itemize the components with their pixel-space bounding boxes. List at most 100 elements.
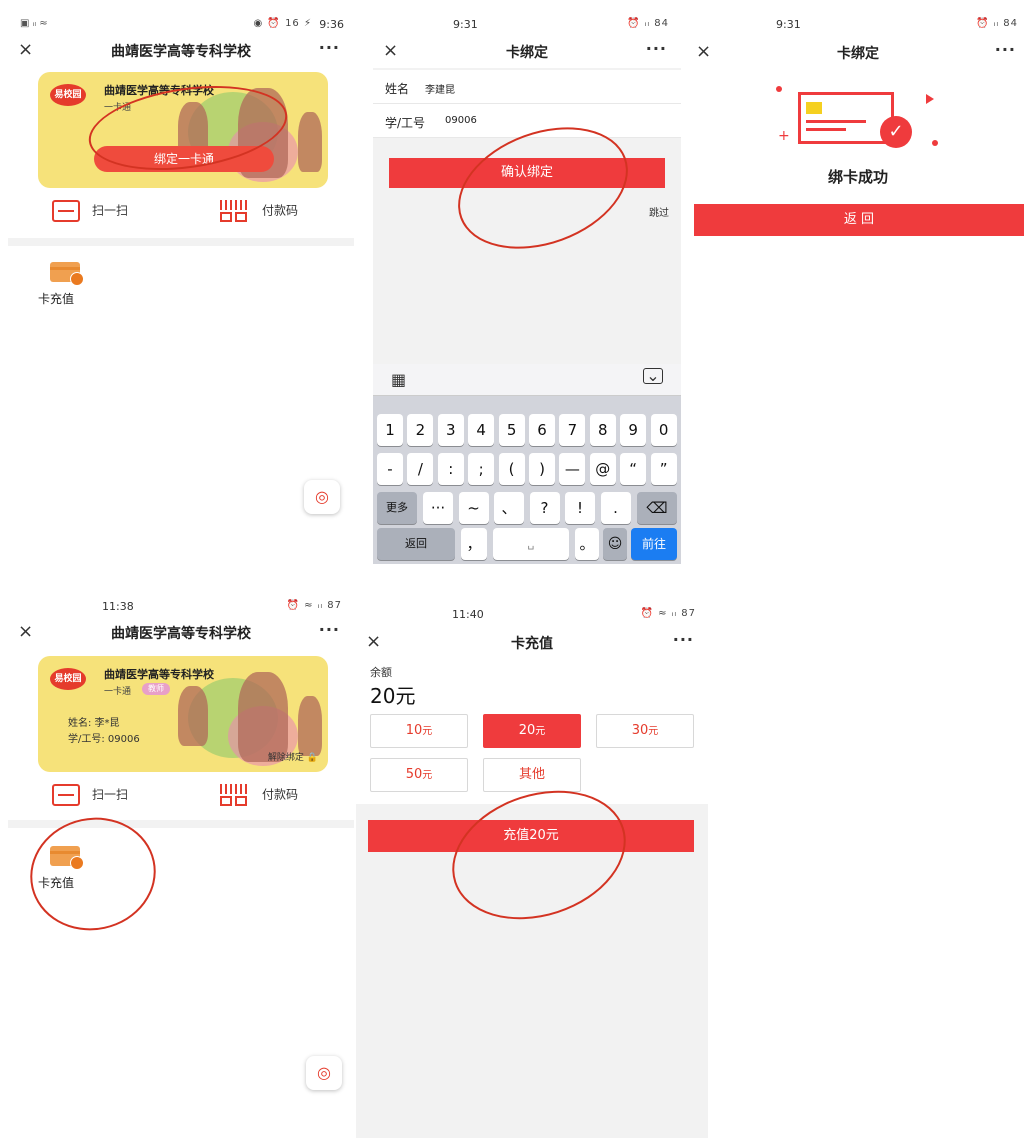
floating-eye-icon[interactable]: ◎ <box>304 480 340 514</box>
status-bar: ▣ ᵢₗ ≈ ◉ ⏰ 16 ⚡ 9:36 <box>8 8 354 38</box>
floating-eye-icon[interactable]: ◎ <box>306 1056 342 1090</box>
card-type: 一卡通 <box>104 103 132 113</box>
amount-option-50[interactable]: 50元 <box>370 758 468 792</box>
unbind-label: 解除绑定 <box>267 753 304 763</box>
status-bar: 11:40 ⏰ ≈ ᵢₗ 87 <box>356 598 708 628</box>
more-icon[interactable]: ··· <box>673 630 694 649</box>
campus-card: 易校园 曲靖医学高等专科学校 一卡通 教师 姓名: 李*昆 学/工号: 0900… <box>38 656 328 772</box>
yixiaoyuan-logo: 易校园 <box>50 84 86 106</box>
symbol-key[interactable]: ) <box>529 453 555 485</box>
nav-bar: × 曲靖医学高等专科学校 ··· <box>8 618 354 648</box>
more-icon[interactable]: ··· <box>319 38 340 57</box>
symbol-key[interactable]: : <box>437 453 464 485</box>
digit-key[interactable]: 0 <box>650 414 677 446</box>
emoji-key[interactable]: ☺ <box>603 528 627 560</box>
keyboard-hide-icon[interactable]: ⌄ <box>643 368 663 384</box>
comma-key[interactable]: ， <box>461 528 487 560</box>
name-field[interactable]: 李建昆 <box>425 81 455 96</box>
id-label: 学/工号 <box>385 116 426 130</box>
keyboard-grid-icon[interactable]: ▦ <box>391 370 406 389</box>
recharge-entry[interactable]: 卡充值 <box>38 842 98 892</box>
recharge-label: 卡充值 <box>38 292 75 306</box>
punct-key[interactable]: ~ <box>458 492 489 524</box>
card-school-name: 曲靖医学高等专科学校 <box>104 668 214 681</box>
go-key[interactable]: 前往 <box>631 528 677 560</box>
scan-button[interactable]: 扫一扫 <box>52 200 128 222</box>
paycode-label: 付款码 <box>262 203 299 218</box>
success-title: 绑卡成功 <box>827 168 888 186</box>
recharge-submit-button[interactable]: 充值20元 <box>368 820 694 852</box>
amount-option-10[interactable]: 10元 <box>370 714 468 748</box>
period-key[interactable]: 。 <box>575 528 599 560</box>
digit-key[interactable]: 2 <box>407 414 434 446</box>
digit-key[interactable]: 6 <box>529 414 555 446</box>
recharge-entry[interactable]: 卡充值 <box>38 258 98 308</box>
digit-key[interactable]: 8 <box>589 414 616 446</box>
symbol-key[interactable]: “ <box>620 453 647 485</box>
digit-key[interactable]: 5 <box>498 414 525 446</box>
digit-key[interactable]: 3 <box>437 414 464 446</box>
punct-key[interactable]: ! <box>565 492 595 524</box>
status-right-icons: ⏰ ≈ ᵢₗ 87 <box>286 600 342 611</box>
symbol-key[interactable]: — <box>559 453 586 485</box>
punct-key[interactable]: . <box>600 492 631 524</box>
symbol-key[interactable]: ( <box>498 453 525 485</box>
status-time: 9:31 <box>453 18 478 31</box>
back-button[interactable]: 返 回 <box>694 204 1024 236</box>
symbol-key[interactable]: ” <box>650 453 677 485</box>
scan-icon <box>52 784 80 806</box>
paycode-button[interactable]: 付款码 <box>220 200 298 222</box>
amount-option-20[interactable]: 20元 <box>483 714 581 748</box>
amount-option-30[interactable]: 30元 <box>596 714 694 748</box>
status-time: 11:38 <box>102 600 134 613</box>
page-title: 卡绑定 <box>837 46 879 62</box>
status-right-icons: ◉ ⏰ 16 ⚡ <box>253 18 312 29</box>
scan-button[interactable]: 扫一扫 <box>52 784 128 806</box>
nav-bar: × 卡充值 ··· <box>356 628 708 658</box>
digit-key[interactable]: 7 <box>559 414 586 446</box>
amount-option-other[interactable]: 其他 <box>483 758 581 792</box>
paycode-button[interactable]: 付款码 <box>220 784 298 806</box>
dancer-silhouette <box>298 112 322 172</box>
bind-card-button[interactable]: 绑定一卡通 <box>94 146 274 172</box>
status-time: 9:31 <box>776 18 801 31</box>
scan-label: 扫一扫 <box>92 787 129 802</box>
digit-key[interactable]: 4 <box>468 414 495 446</box>
more-icon[interactable]: ··· <box>319 620 340 639</box>
backspace-key[interactable]: ⌫ <box>637 492 677 524</box>
symbol-key[interactable]: ; <box>468 453 495 485</box>
symbol-key[interactable]: @ <box>589 453 616 485</box>
page-title: 曲靖医学高等专科学校 <box>111 626 251 642</box>
punct-key[interactable]: ? <box>529 492 560 524</box>
paycode-label: 付款码 <box>262 787 299 802</box>
punct-key[interactable]: ··· <box>423 492 453 524</box>
card-success-illustration: ✓ + <box>776 86 946 156</box>
symbol-key[interactable]: - <box>377 453 403 485</box>
unbind-button[interactable]: 解除绑定 🔒 <box>268 750 318 763</box>
symbol-key[interactable]: / <box>407 453 434 485</box>
card-holder-name: 姓名: 李*昆 <box>68 718 120 729</box>
nav-bar: × 卡绑定 ··· <box>373 34 681 68</box>
screen-recharge: 11:40 ⏰ ≈ ᵢₗ 87 × 卡充值 ··· 余额 20元 10元 20元… <box>356 598 708 1138</box>
skip-link[interactable]: 跳过 <box>649 204 669 219</box>
campus-card: 易校园 曲靖医学高等专科学校 一卡通 绑定一卡通 <box>38 72 328 188</box>
punct-key[interactable]: 、 <box>494 492 524 524</box>
name-row: 姓名 李建昆 <box>373 70 681 104</box>
page-title: 曲靖医学高等专科学校 <box>111 44 251 60</box>
keyboard-more-key[interactable]: 更多 <box>377 492 417 524</box>
id-field[interactable]: 09006 <box>445 115 477 126</box>
confirm-bind-button[interactable]: 确认绑定 <box>389 158 665 188</box>
keyboard-back-key[interactable]: 返回 <box>377 528 455 560</box>
more-icon[interactable]: ··· <box>995 40 1016 59</box>
space-key[interactable]: ␣ <box>493 528 569 560</box>
keyboard-toolbar: ▦ ⌄ <box>373 364 681 396</box>
card-type: 一卡通 <box>104 687 132 697</box>
digit-key[interactable]: 9 <box>620 414 647 446</box>
scan-icon <box>52 200 80 222</box>
more-icon[interactable]: ··· <box>646 39 667 58</box>
digit-key[interactable]: 1 <box>377 414 403 446</box>
recharge-label: 卡充值 <box>38 876 75 890</box>
balance-label: 余额 <box>370 666 392 679</box>
screen-card-binding: 9:31 ⏰ ᵢₗ 84 × 卡绑定 ··· 姓名 李建昆 学/工号 09006… <box>373 8 681 564</box>
name-label: 姓名 <box>385 82 410 96</box>
